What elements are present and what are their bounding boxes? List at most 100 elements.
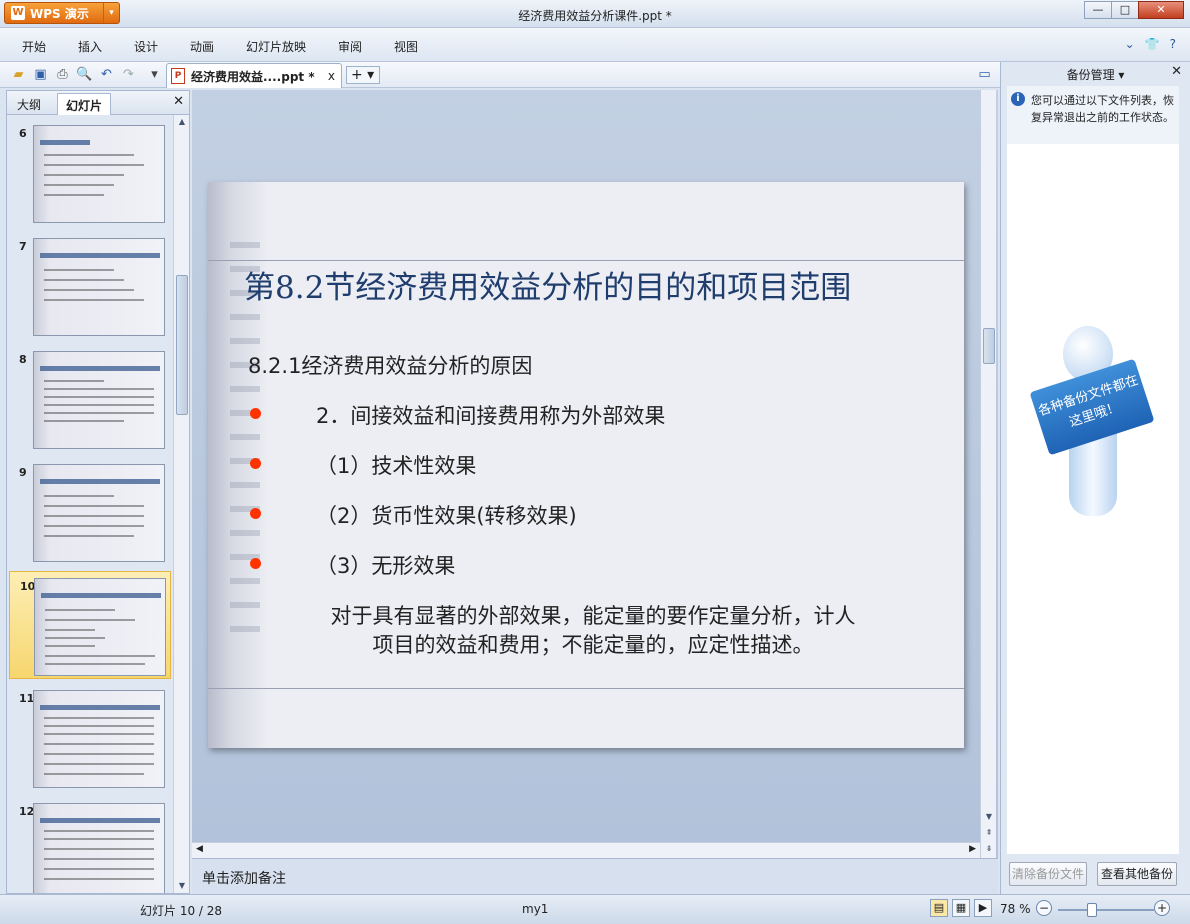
- slide-number: 7: [19, 240, 27, 253]
- template-name: my1: [522, 902, 549, 916]
- close-icon[interactable]: ✕: [1171, 64, 1182, 79]
- redo-icon[interactable]: ↷: [120, 66, 137, 83]
- menu-item-animation[interactable]: 动画: [190, 38, 214, 55]
- maximize-button[interactable]: □: [1111, 1, 1139, 19]
- clear-backup-button[interactable]: 清除备份文件: [1009, 862, 1087, 886]
- open-folder-icon[interactable]: ▰: [10, 66, 27, 83]
- backup-info: i 您可以通过以下文件列表，恢复异常退出之前的工作状态。: [1007, 86, 1179, 144]
- slide-thumbnail[interactable]: 6: [9, 119, 171, 227]
- notes-placeholder: 单击添加备注: [202, 871, 286, 887]
- menu-item-slideshow[interactable]: 幻灯片放映: [246, 38, 306, 55]
- tab-close-icon[interactable]: x: [328, 69, 335, 83]
- zoom-level: 78 %: [1000, 902, 1031, 916]
- scroll-left-icon[interactable]: ◀: [196, 844, 203, 854]
- menu-item-insert[interactable]: 插入: [78, 38, 102, 55]
- save-icon[interactable]: ▣: [32, 66, 49, 83]
- scroll-down-icon[interactable]: ▼: [981, 810, 997, 824]
- editor-horizontal-scrollbar[interactable]: ◀ ▶: [192, 842, 980, 858]
- bullet-text[interactable]: （1）技术性效果: [316, 450, 476, 480]
- previous-slide-icon[interactable]: ⇞: [981, 826, 997, 840]
- tab-outline[interactable]: 大纲: [9, 93, 49, 115]
- bullet-dot: [250, 458, 261, 469]
- bullet-text[interactable]: （3）无形效果: [316, 550, 455, 580]
- backup-list: i 您可以通过以下文件列表，恢复异常退出之前的工作状态。 各种备份文件都在这里哦…: [1007, 86, 1179, 854]
- shirt-icon[interactable]: 👕: [1145, 37, 1160, 51]
- editor-vertical-scrollbar[interactable]: ▼ ⇞ ⇟: [980, 90, 996, 858]
- backup-panel: 备份管理 ▾ ✕ i 您可以通过以下文件列表，恢复异常退出之前的工作状态。 各种…: [1000, 62, 1190, 894]
- bullet-dot: [250, 408, 261, 419]
- quick-toolbar: ▰ ▣ ⎙ 🔍 ↶ ↷ ▾ P 经济费用效益....ppt * x + ▾ ▭: [0, 62, 1000, 88]
- slides-panel: 大纲 幻灯片 ✕ 6 7 8 9 10 11 12 ▲ ▼: [6, 90, 190, 894]
- scroll-up-icon[interactable]: ▲: [174, 115, 190, 129]
- paragraph-line: 项目的效益和费用；不能定量的，应定性描述。: [372, 633, 814, 657]
- slide-thumbnail[interactable]: 9: [9, 458, 171, 566]
- slide-paragraph[interactable]: 对于具有显著的外部效果，能定量的要作定量分析，计人 项目的效益和费用；不能定量的…: [248, 602, 938, 660]
- slide-number: 6: [19, 127, 27, 140]
- minimize-button[interactable]: —: [1084, 1, 1112, 19]
- notes-pane[interactable]: 单击添加备注: [192, 858, 998, 894]
- zoom-slider[interactable]: [1058, 909, 1154, 911]
- menu-item-view[interactable]: 视图: [394, 38, 418, 55]
- scroll-right-icon[interactable]: ▶: [969, 844, 976, 854]
- slide-number: 8: [19, 353, 27, 366]
- paragraph-line: 对于具有显著的外部效果，能定量的要作定量分析，计人: [330, 604, 856, 628]
- bullet-dot: [250, 508, 261, 519]
- slide-thumbnail-selected[interactable]: 10: [9, 571, 171, 679]
- slide-title[interactable]: 第8.2节经济费用效益分析的目的和项目范围: [244, 262, 851, 307]
- slide-sorter-icon[interactable]: ▦: [952, 899, 970, 917]
- tab-slides[interactable]: 幻灯片: [57, 93, 112, 115]
- slide-thumbnails: 6 7 8 9 10 11 12: [7, 115, 173, 893]
- ppt-file-icon: P: [171, 68, 185, 84]
- slides-panel-tabs: 大纲 幻灯片 ✕: [7, 91, 189, 115]
- bullet-dot: [250, 558, 261, 569]
- plus-icon: +: [351, 67, 363, 83]
- slide-thumbnail[interactable]: 12: [9, 797, 171, 893]
- normal-view-icon[interactable]: ▤: [930, 899, 948, 917]
- slideshow-icon[interactable]: ▶: [974, 899, 992, 917]
- slide-number: 9: [19, 466, 27, 479]
- zoom-out-icon[interactable]: −: [1036, 900, 1052, 916]
- undo-icon[interactable]: ↶: [98, 66, 115, 83]
- zoom-in-icon[interactable]: +: [1154, 900, 1170, 916]
- slide-subtitle[interactable]: 8.2.1经济费用效益分析的原因: [248, 350, 532, 380]
- new-tab-button[interactable]: + ▾: [346, 66, 380, 84]
- backup-info-text: 您可以通过以下文件列表，恢复异常退出之前的工作状态。: [1031, 94, 1174, 124]
- backup-panel-title[interactable]: 备份管理: [1067, 68, 1115, 82]
- bullet-text[interactable]: （2）货币性效果(转移效果): [316, 500, 577, 530]
- divider: [208, 688, 964, 689]
- next-slide-icon[interactable]: ⇟: [981, 842, 997, 856]
- chevron-down-icon[interactable]: ▾: [1118, 68, 1124, 82]
- scroll-down-icon[interactable]: ▼: [174, 879, 190, 893]
- scrollbar-thumb[interactable]: [983, 328, 995, 364]
- slide-thumbnail[interactable]: 11: [9, 684, 171, 792]
- slide-thumbnail[interactable]: 8: [9, 345, 171, 453]
- window-controls: — □ ✕: [1084, 1, 1184, 19]
- menu-bar: 开始 插入 设计 动画 幻灯片放映 审阅 视图 ⌄ 👕 ?: [0, 28, 1190, 62]
- chevron-down-icon[interactable]: ⌄: [1125, 37, 1135, 51]
- document-tab[interactable]: P 经济费用效益....ppt * x: [166, 63, 342, 88]
- menu-item-review[interactable]: 审阅: [338, 38, 362, 55]
- title-bar: W WPS 演示 ▾ 经济费用效益分析课件.ppt * — □ ✕: [0, 0, 1190, 28]
- backup-panel-header: 备份管理 ▾ ✕: [1001, 62, 1190, 84]
- customize-icon[interactable]: ▾: [146, 66, 163, 83]
- slide-counter: 幻灯片 10 / 28: [140, 904, 223, 918]
- close-icon[interactable]: ✕: [173, 94, 184, 109]
- figure-sign: 各种备份文件都在这里哦！: [1029, 358, 1155, 456]
- slide-canvas[interactable]: 第8.2节经济费用效益分析的目的和项目范围 8.2.1经济费用效益分析的原因 2…: [208, 182, 964, 748]
- menu-item-design[interactable]: 设计: [134, 38, 158, 55]
- print-icon[interactable]: ⎙: [54, 66, 71, 83]
- help-icon[interactable]: ?: [1170, 37, 1176, 51]
- scrollbar-thumb[interactable]: [176, 275, 188, 415]
- print-preview-icon[interactable]: 🔍: [76, 66, 93, 83]
- menu-item-home[interactable]: 开始: [22, 38, 46, 55]
- zoom-slider-knob[interactable]: [1087, 903, 1097, 917]
- status-bar: 幻灯片 10 / 28 my1 ▤ ▦ ▶ 78 % − +: [0, 894, 1190, 924]
- divider: [208, 260, 964, 261]
- view-other-backups-button[interactable]: 查看其他备份: [1097, 862, 1177, 886]
- slide-thumbnail[interactable]: 7: [9, 232, 171, 340]
- info-icon: i: [1011, 92, 1025, 106]
- panel-toggle-icon[interactable]: ▭: [976, 66, 993, 83]
- thumbnails-scrollbar[interactable]: ▲ ▼: [173, 115, 189, 893]
- close-button[interactable]: ✕: [1138, 1, 1184, 19]
- bullet-text[interactable]: 2．间接效益和间接费用称为外部效果: [316, 400, 665, 430]
